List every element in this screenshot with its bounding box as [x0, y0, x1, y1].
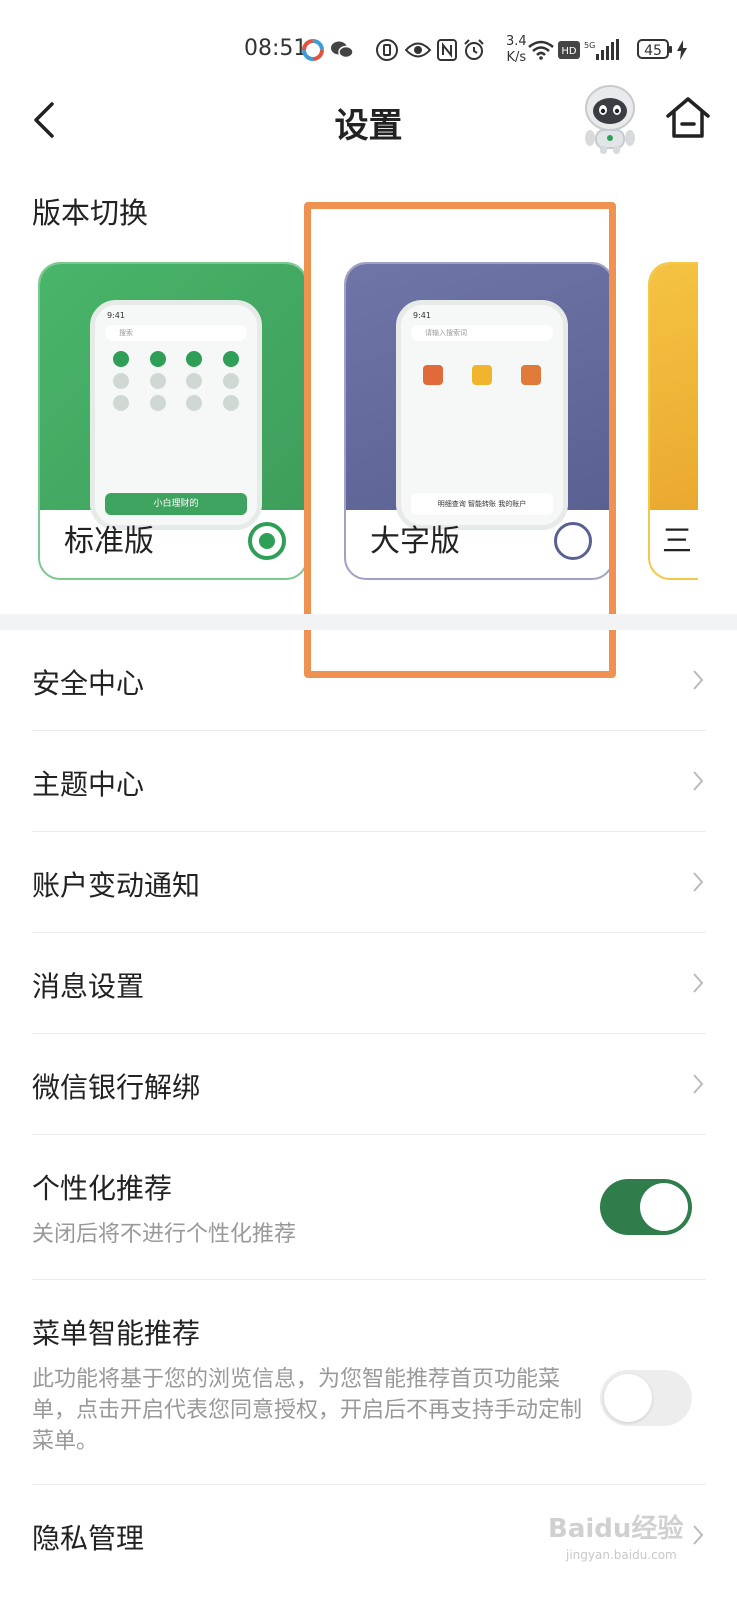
alarm-icon [462, 38, 486, 62]
settings-item-account-notification[interactable]: 账户变动通知 [32, 832, 706, 933]
personalized-toggle[interactable] [600, 1179, 692, 1235]
header: 设置 [0, 80, 737, 160]
phone-search: 请输入搜索词 [411, 325, 553, 341]
wechat-icon [330, 38, 354, 62]
nfc-icon [436, 38, 458, 62]
version-card-standard[interactable]: 9:41 搜索 小白理财的 标准版 [38, 262, 308, 580]
eye-icon [404, 38, 432, 62]
settings-item-menu-smart-recommend: 菜单智能推荐 此功能将基于您的浏览信息，为您智能推荐首页功能菜单，点击开启代表您… [32, 1280, 706, 1485]
chevron-right-icon [693, 1074, 704, 1094]
version-card-third[interactable]: 三 [648, 262, 698, 580]
third-preview-image [650, 264, 698, 510]
version-switch-title: 版本切换 [32, 196, 149, 230]
radio-unselected-icon[interactable] [554, 522, 592, 560]
row-label: 微信银行解绑 [32, 1071, 201, 1104]
row-label: 菜单智能推荐 [32, 1317, 201, 1350]
settings-item-theme-center[interactable]: 主题中心 [32, 731, 706, 832]
svg-text:HD: HD [561, 46, 577, 57]
standard-preview-image: 9:41 搜索 小白理财的 [40, 264, 306, 530]
section-divider [0, 614, 737, 630]
svg-text:5G: 5G [584, 41, 595, 50]
card-label: 大字版 [370, 524, 460, 559]
chevron-right-icon [693, 670, 704, 690]
charging-icon [676, 38, 688, 62]
speed-unit: K/s [506, 50, 527, 65]
large-preview-image: 9:41 请输入搜索词 明细查询 智能转账 我的账户 [346, 264, 612, 530]
row-label: 隐私管理 [32, 1522, 145, 1555]
home-icon[interactable] [664, 94, 712, 142]
vibrate-icon [374, 38, 400, 62]
settings-list: 安全中心 主题中心 账户变动通知 消息设置 微信银行解绑 个性化推荐 关闭后将不… [0, 630, 737, 1585]
row-description: 关闭后将不进行个性化推荐 [32, 1222, 297, 1247]
chevron-right-icon [693, 973, 704, 993]
phone-time: 9:41 [107, 311, 125, 320]
wifi-icon [528, 38, 554, 62]
phone-icon-grid [411, 365, 553, 385]
row-label: 主题中心 [32, 768, 145, 801]
settings-item-message-settings[interactable]: 消息设置 [32, 933, 706, 1034]
card-label: 标准版 [64, 524, 154, 559]
row-label: 账户变动通知 [32, 869, 201, 902]
signal-5g-icon: 5G [584, 38, 620, 62]
settings-item-personalized-recommend: 个性化推荐 关闭后将不进行个性化推荐 [32, 1135, 706, 1280]
row-label: 安全中心 [32, 667, 145, 700]
status-bar: 08:51 3.4 K/s HD 5G 45 [0, 0, 737, 90]
phone-search: 搜索 [105, 325, 247, 341]
phone-mockup: 9:41 搜索 小白理财的 [90, 300, 262, 530]
phone-banner: 小白理财的 [105, 493, 247, 515]
settings-item-security-center[interactable]: 安全中心 [32, 630, 706, 731]
phone-icon-grid [105, 351, 247, 411]
menu-smart-toggle[interactable] [600, 1370, 692, 1426]
watermark: Baidu经验 [548, 1514, 684, 1544]
row-description: 此功能将基于您的浏览信息，为您智能推荐首页功能菜单，点击开启代表您同意授权，开启… [32, 1367, 583, 1454]
watermark-url: jingyan.baidu.com [566, 1548, 677, 1562]
phone-mockup: 9:41 请输入搜索词 明细查询 智能转账 我的账户 [396, 300, 568, 530]
card-label: 三 [662, 524, 692, 559]
network-speed: 3.4 K/s [506, 34, 527, 66]
chevron-right-icon [693, 872, 704, 892]
version-card-large[interactable]: 9:41 请输入搜索词 明细查询 智能转账 我的账户 大字版 [344, 262, 614, 580]
phone-banner: 明细查询 智能转账 我的账户 [411, 493, 553, 515]
speed-value: 3.4 [506, 34, 527, 49]
chevron-right-icon [693, 771, 704, 791]
robot-assistant-icon[interactable] [578, 80, 642, 154]
row-label: 个性化推荐 [32, 1172, 173, 1205]
hd-icon: HD [558, 38, 580, 62]
status-time: 08:51 [244, 36, 308, 61]
toggle-knob [640, 1183, 688, 1231]
chevron-right-icon [693, 1525, 704, 1545]
toggle-knob [604, 1374, 652, 1422]
settings-item-wechat-unbind[interactable]: 微信银行解绑 [32, 1034, 706, 1135]
app-icon [302, 38, 324, 62]
battery-icon: 45 [637, 39, 672, 59]
row-label: 消息设置 [32, 970, 145, 1003]
radio-selected-icon[interactable] [248, 522, 286, 560]
phone-time: 9:41 [413, 311, 431, 320]
